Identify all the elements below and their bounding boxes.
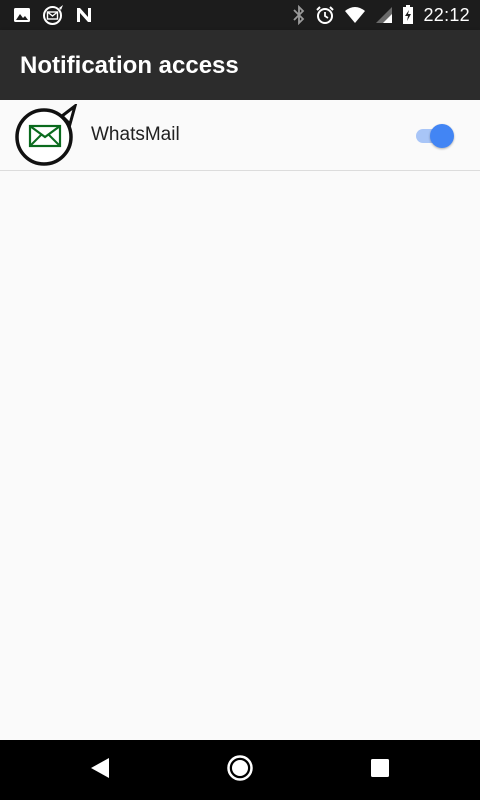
home-button[interactable] [220, 740, 260, 800]
n-icon [74, 5, 94, 25]
signal-icon [375, 6, 393, 24]
back-icon [89, 756, 111, 785]
notification-access-list: WhatsMail [0, 100, 480, 171]
list-item-whatsmail[interactable]: WhatsMail [0, 100, 480, 171]
notification-access-toggle[interactable] [414, 122, 456, 150]
status-time: 22:12 [423, 4, 470, 25]
recents-button[interactable] [360, 740, 400, 800]
status-bar-left [12, 5, 104, 25]
app-bar: Notification access [0, 30, 480, 100]
whatsmail-notification-icon [42, 4, 64, 26]
status-bar: 22:12 [0, 0, 480, 30]
bluetooth-icon [292, 5, 306, 25]
alarm-icon [315, 5, 335, 25]
whatsmail-envelope-icon [14, 102, 78, 168]
page-title: Notification access [20, 52, 239, 79]
back-button[interactable] [80, 740, 120, 800]
home-icon [226, 754, 254, 787]
wifi-icon [344, 6, 366, 24]
image-icon [12, 5, 32, 25]
status-bar-right: 22:12 [283, 5, 470, 25]
app-name-label: WhatsMail [91, 124, 180, 145]
navigation-bar [0, 740, 480, 800]
recents-icon [370, 758, 390, 783]
toggle-thumb [430, 124, 454, 148]
battery-icon [402, 5, 414, 25]
